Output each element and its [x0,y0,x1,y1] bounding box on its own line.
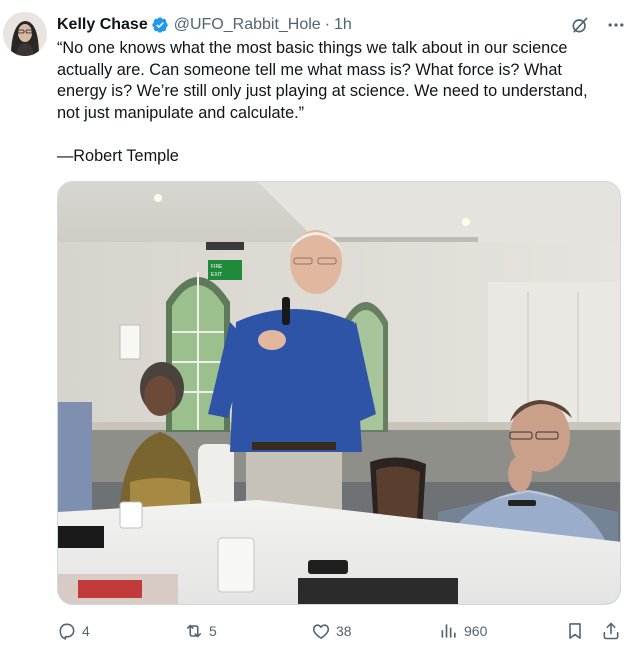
post-text: “No one knows what the most basic things… [57,38,629,168]
share-button[interactable] [601,618,621,644]
view-count: 960 [464,623,488,639]
views-button[interactable]: 960 [439,618,487,644]
post-attribution: —Robert Temple [57,146,179,165]
avatar-image [3,12,47,56]
bookmark-button[interactable] [565,618,585,644]
separator: · [324,16,331,33]
post-line-3: energy is? We’re still only just playing… [57,82,588,101]
action-bar: 4 5 38 960 [57,618,622,644]
views-icon [441,624,456,638]
post-media[interactable]: FIRE EXIT [57,181,621,605]
header-actions [569,13,627,37]
reply-count: 4 [82,623,90,639]
post-line-4: not just manipulate and calculate.” [57,103,305,122]
like-button[interactable]: 38 [311,618,352,644]
post-line-2: actually are. Can someone tell me what m… [57,60,562,79]
sign-exit-text: EXIT [211,272,222,278]
share-icon [603,622,619,640]
repost-count: 5 [209,623,217,639]
post-time[interactable]: 1h [334,16,352,34]
repost-icon [186,624,202,638]
sign-fire-text: FIRE [211,264,223,270]
author-name[interactable]: Kelly Chase [57,16,148,34]
post-line-1: “No one knows what the most basic things… [57,39,568,57]
grok-icon[interactable] [569,14,591,36]
more-icon[interactable] [605,14,627,36]
author-handle[interactable]: @UFO_Rabbit_Hole [174,16,321,34]
post-header: Kelly Chase @UFO_Rabbit_Hole · 1h [57,13,627,37]
reply-button[interactable]: 4 [57,618,90,644]
verified-badge-icon[interactable] [151,16,169,34]
repost-button[interactable]: 5 [184,618,217,644]
reply-icon [59,623,75,640]
conference-photo: FIRE EXIT [58,182,620,604]
bookmark-icon [569,623,581,639]
avatar[interactable] [3,12,47,56]
like-icon [312,624,330,639]
like-count: 38 [336,623,352,639]
